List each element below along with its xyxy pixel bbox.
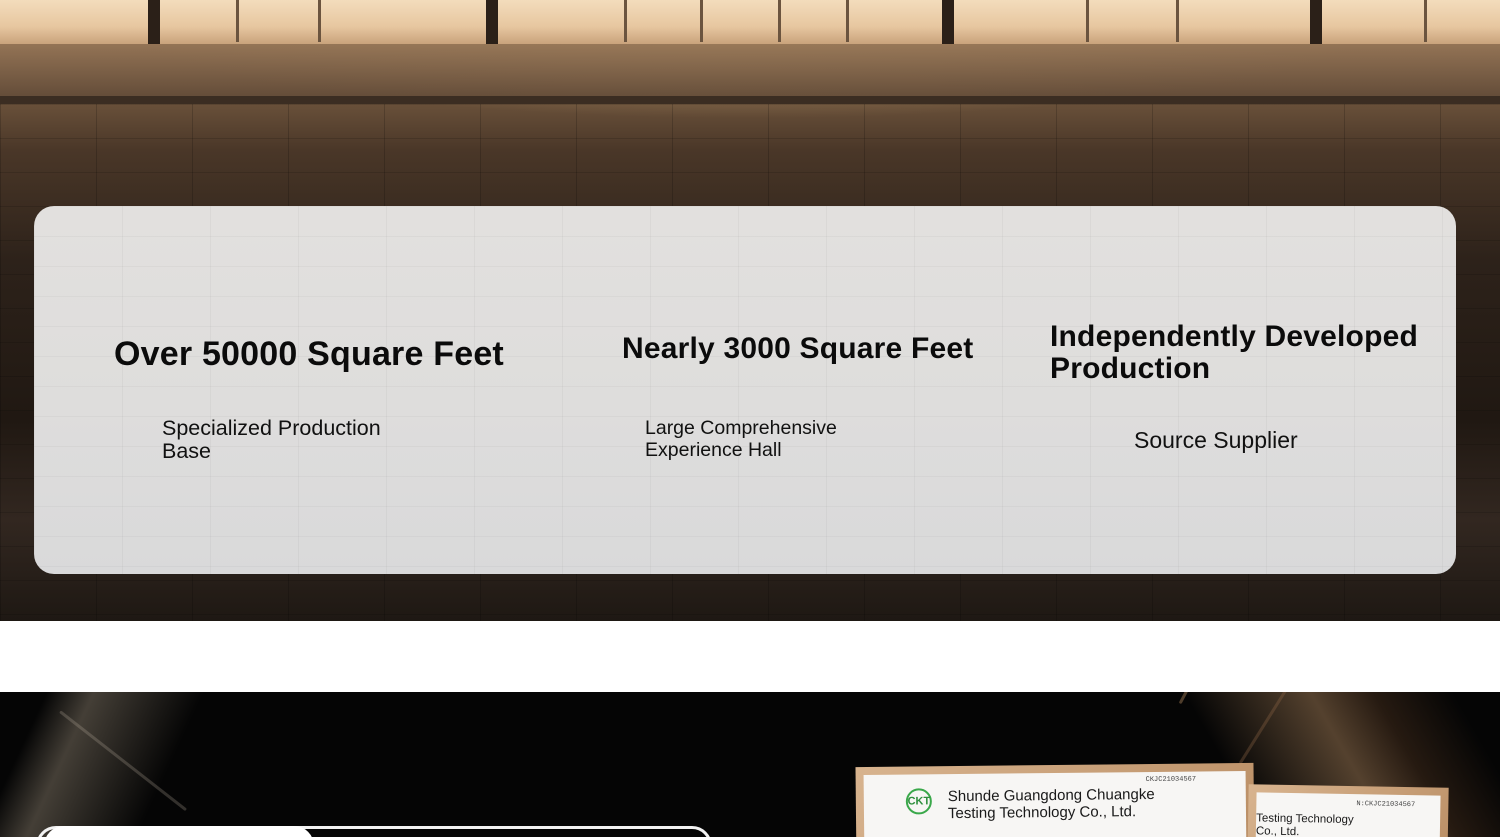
pillar xyxy=(486,0,498,44)
window-mullion xyxy=(700,0,703,42)
certificate-frame: CKT Shunde Guangdong Chuangke Testing Te… xyxy=(855,762,1255,837)
light-streak xyxy=(59,710,188,812)
window-mullion xyxy=(318,0,321,42)
window-mullion xyxy=(1424,0,1427,42)
stat-title: Independently Developed Production xyxy=(1050,320,1418,385)
pillar xyxy=(1310,0,1322,44)
window-mullion xyxy=(1176,0,1179,42)
certificate-frame: N:CKJC21034567 Testing Technology Co., L… xyxy=(1247,784,1449,837)
window-mullion xyxy=(846,0,849,42)
factory-baseboard xyxy=(0,96,1500,104)
stats-card: Over 50000 Square Feet Specialized Produ… xyxy=(34,206,1456,574)
stat-subtitle: Source Supplier xyxy=(1134,427,1298,453)
tab-active[interactable] xyxy=(44,826,314,837)
ckt-logo-icon: CKT xyxy=(905,788,932,815)
factory-hero-section: Over 50000 Square Feet Specialized Produ… xyxy=(0,0,1500,621)
pillar xyxy=(942,0,954,44)
window-mullion xyxy=(778,0,781,42)
certificate-company-name: Shunde Guangdong Chuangke Testing Techno… xyxy=(947,785,1155,823)
stat-subtitle: Specialized Production Base xyxy=(162,416,381,463)
light-streak xyxy=(1238,692,1358,765)
pillar xyxy=(148,0,160,44)
factory-wall xyxy=(0,44,1500,102)
window-mullion xyxy=(624,0,627,42)
factory-windows xyxy=(0,0,1500,44)
certificate-serial: N:CKJC21034567 xyxy=(1356,800,1416,810)
certificate-serial: CKJC21034567 xyxy=(1145,775,1197,785)
window-mullion xyxy=(1086,0,1089,42)
certificate-paper: N:CKJC21034567 Testing Technology Co., L… xyxy=(1255,792,1441,837)
stat-subtitle: Large Comprehensive Experience Hall xyxy=(645,417,837,461)
certificate-paper: CKT Shunde Guangdong Chuangke Testing Te… xyxy=(863,771,1247,837)
stat-title: Over 50000 Square Feet xyxy=(114,335,504,373)
certificate-company-name: Testing Technology Co., Ltd. xyxy=(1255,812,1354,837)
certificates-section: CKT Shunde Guangdong Chuangke Testing Te… xyxy=(0,692,1500,837)
stat-title: Nearly 3000 Square Feet xyxy=(622,332,974,365)
window-mullion xyxy=(236,0,239,42)
